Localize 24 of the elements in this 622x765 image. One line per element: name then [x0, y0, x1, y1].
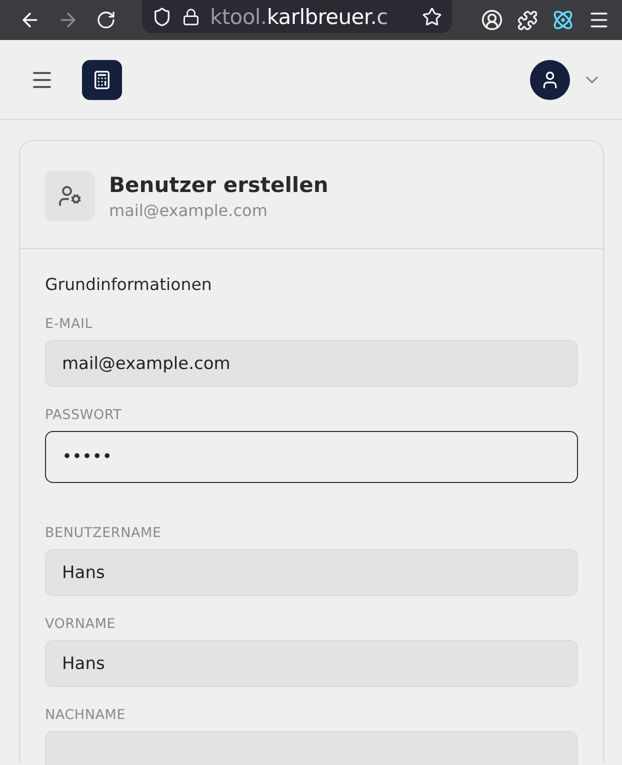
url-text: ktool.karlbreuer.c [210, 4, 389, 28]
field-label: BENUTZERNAME [45, 525, 162, 541]
calculator-logo-icon[interactable] [82, 60, 122, 100]
input-field[interactable]: ••••• [45, 431, 578, 483]
field-label: E-MAIL [45, 316, 94, 332]
section-title: Grundinformationen [45, 275, 213, 294]
card-title: Benutzer erstellen [109, 172, 328, 196]
lock-icon [182, 8, 200, 26]
input-field[interactable]: mail@example.com [45, 340, 578, 387]
card-subtitle: mail@example.com [109, 200, 268, 220]
reload-icon[interactable] [96, 10, 116, 30]
shield-icon [152, 6, 172, 26]
input-field[interactable]: Hans [45, 549, 578, 596]
field-label: PASSWORT [45, 407, 123, 423]
user-avatar-button[interactable] [530, 60, 570, 100]
field-label: NACHNAME [45, 707, 127, 723]
field-label: VORNAME [45, 616, 117, 632]
bookmark-star-icon[interactable] [422, 6, 442, 26]
input-field[interactable]: Hans [45, 640, 578, 687]
user-gear-icon [45, 171, 95, 221]
account-icon[interactable] [481, 9, 503, 31]
extensions-icon[interactable] [517, 10, 538, 30]
address-bar[interactable]: ktool.karlbreuer.c [142, 0, 452, 33]
atom-icon[interactable] [552, 9, 574, 31]
